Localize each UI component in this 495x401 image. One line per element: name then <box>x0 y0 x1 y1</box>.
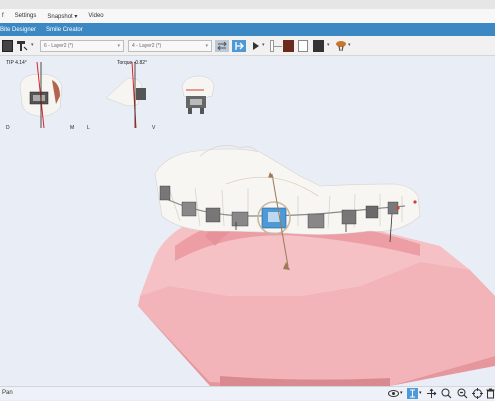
menu-item-video[interactable]: Video <box>88 13 103 19</box>
film-strip-icon[interactable] <box>313 40 324 52</box>
playback-slider-track[interactable] <box>274 46 282 47</box>
eye-icon[interactable] <box>388 388 399 399</box>
chevron-down-icon: ▾ <box>205 43 208 49</box>
layer-select-right-value: 4 - Layer2 (*) <box>132 43 162 49</box>
chevron-down-icon[interactable]: ▾ <box>400 390 403 396</box>
zoom-out-icon[interactable] <box>457 388 468 399</box>
rewind-icon[interactable] <box>232 40 246 52</box>
tab-smile-creator[interactable]: Smile Creator <box>46 27 83 33</box>
layer-select-left-value: 6 - Layer2 (*) <box>44 43 74 49</box>
pan-icon[interactable] <box>426 388 437 399</box>
swap-icon[interactable] <box>215 40 229 52</box>
square-icon[interactable] <box>2 40 13 52</box>
play-icon[interactable] <box>251 40 261 52</box>
chevron-down-icon[interactable]: ▾ <box>348 42 351 48</box>
trash-icon[interactable] <box>486 388 495 399</box>
layer-select-right[interactable]: 4 - Layer2 (*) ▾ <box>128 40 212 52</box>
page-icon[interactable] <box>298 40 308 52</box>
rotate-icon[interactable] <box>407 388 418 399</box>
3d-viewport[interactable]: TIP 4.14° Torque -0.82° D M L V <box>0 56 495 386</box>
tab-bite-designer[interactable]: Bite Designer <box>0 27 36 33</box>
chevron-down-icon[interactable]: ▾ <box>262 42 265 48</box>
chevron-down-icon: ▾ <box>117 43 120 49</box>
chevron-down-icon[interactable]: ▾ <box>31 42 34 48</box>
layer-select-left[interactable]: 6 - Layer2 (*) ▾ <box>40 40 124 52</box>
zoom-in-icon[interactable] <box>441 388 452 399</box>
scene-render <box>19 61 495 386</box>
menu-item-file[interactable]: f <box>2 13 4 19</box>
tip-view-tooth <box>19 61 63 129</box>
chevron-down-icon[interactable]: ▾ <box>419 390 422 396</box>
torque-view-tooth <box>105 61 146 129</box>
tab-bar: Bite Designer Smile Creator <box>0 23 495 36</box>
menu-item-snapshot[interactable]: Snapshot ▾ <box>47 13 77 20</box>
tooth-tool-icon[interactable] <box>15 40 29 52</box>
front-view-tooth <box>181 75 215 114</box>
status-text: Pan <box>2 390 13 396</box>
chevron-down-icon: ▾ <box>74 13 78 20</box>
chevron-down-icon[interactable]: ▾ <box>327 42 330 48</box>
target-icon[interactable] <box>472 388 483 399</box>
menu-item-settings[interactable]: Settings <box>15 13 37 19</box>
status-bar: Pan ▾ ▾ <box>0 386 495 400</box>
film-icon[interactable] <box>283 40 294 52</box>
window-top-bar <box>0 0 495 9</box>
menu-bar: f Settings Snapshot ▾ Video <box>0 9 495 23</box>
toolbar: ▾ 6 - Layer2 (*) ▾ 4 - Layer2 (*) ▾ ▾ ▾ … <box>0 36 495 56</box>
teeth-view-icon[interactable] <box>335 40 347 52</box>
